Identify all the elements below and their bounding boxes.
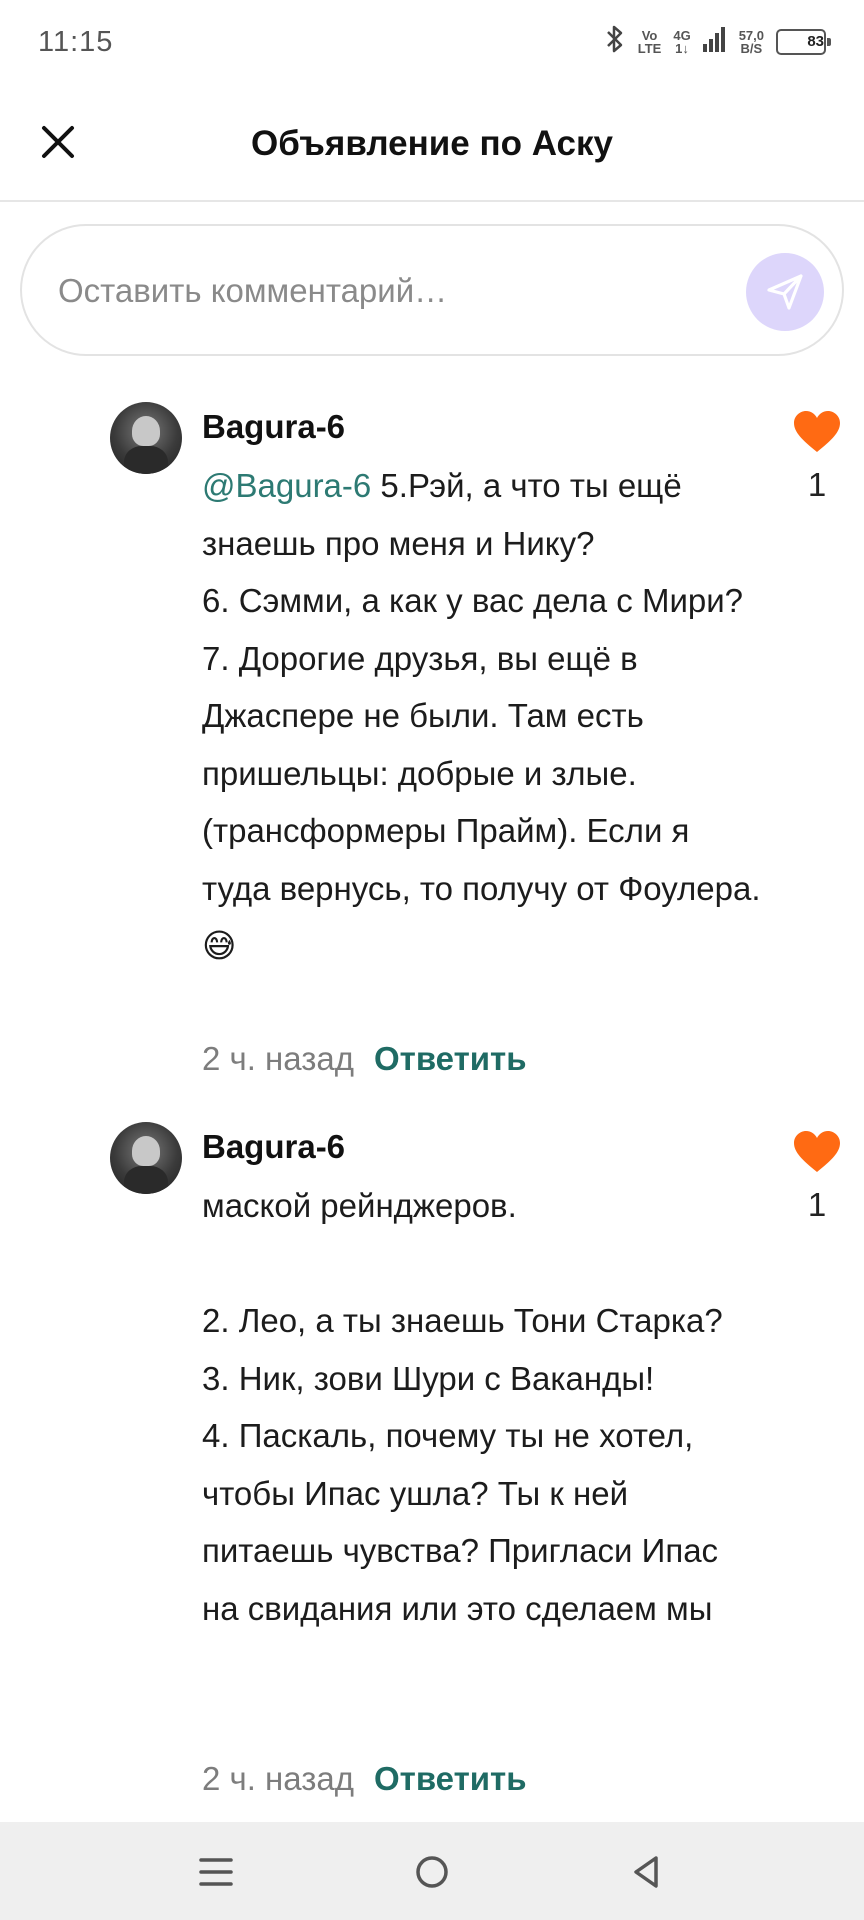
recent-apps-button[interactable] <box>188 1844 244 1900</box>
net-speed: 57,0 B/S <box>738 27 764 56</box>
volte-indicator: Vo LTE <box>637 27 662 56</box>
send-icon <box>767 274 803 310</box>
status-icons: Vo LTE 4G 1↓ 57,0 B/S 83 <box>604 24 831 59</box>
comment-meta: 2 ч. назад Ответить <box>202 1040 527 1078</box>
avatar[interactable] <box>110 402 182 474</box>
comment-username[interactable]: Bagura-6 <box>202 408 345 446</box>
home-button[interactable] <box>404 1844 460 1900</box>
back-icon <box>634 1856 658 1888</box>
comment-box <box>20 224 844 356</box>
back-button[interactable] <box>618 1844 674 1900</box>
comment-text: маской рейнджеров. 2. Лео, а ты знаешь Т… <box>202 1177 762 1637</box>
heart-icon <box>794 1131 840 1172</box>
like-count: 1 <box>807 466 827 503</box>
comment-text: @Bagura-6 5.Рэй, а что ты ещё знаешь про… <box>202 457 762 975</box>
comment-meta: 2 ч. назад Ответить <box>202 1760 527 1798</box>
signal-icon <box>702 26 727 57</box>
heart-icon <box>794 411 840 452</box>
comment-time: 2 ч. назад <box>202 1040 354 1077</box>
like-button[interactable] <box>792 410 842 454</box>
menu-icon <box>199 1858 233 1886</box>
bluetooth-icon <box>604 24 626 59</box>
comment-text-body: 5.Рэй, а что ты ещё знаешь про меня и Ни… <box>202 467 761 964</box>
comment-username[interactable]: Bagura-6 <box>202 1128 345 1166</box>
header: Объявление по Аску <box>0 86 864 202</box>
system-nav-bar <box>0 1822 864 1920</box>
reply-button[interactable]: Ответить <box>374 1760 527 1798</box>
mention-link[interactable]: @Bagura-6 <box>202 467 371 504</box>
comment-text-body: маской рейнджеров. 2. Лео, а ты знаешь Т… <box>202 1187 723 1627</box>
battery-icon: 83 <box>776 28 831 55</box>
status-bar: 11:15 Vo LTE 4G 1↓ 57,0 B/S 83 <box>0 0 864 86</box>
like-count: 1 <box>807 1186 827 1223</box>
comment-time: 2 ч. назад <box>202 1760 354 1797</box>
page-title: Объявление по Аску <box>251 124 613 163</box>
network-indicator: 4G 1↓ <box>673 27 691 56</box>
avatar[interactable] <box>110 1122 182 1194</box>
status-time: 11:15 <box>38 26 114 58</box>
send-button[interactable] <box>746 253 824 331</box>
home-icon <box>416 1856 448 1888</box>
like-button[interactable] <box>792 1130 842 1174</box>
reply-button[interactable]: Ответить <box>374 1040 527 1078</box>
comment-input[interactable] <box>58 260 738 322</box>
